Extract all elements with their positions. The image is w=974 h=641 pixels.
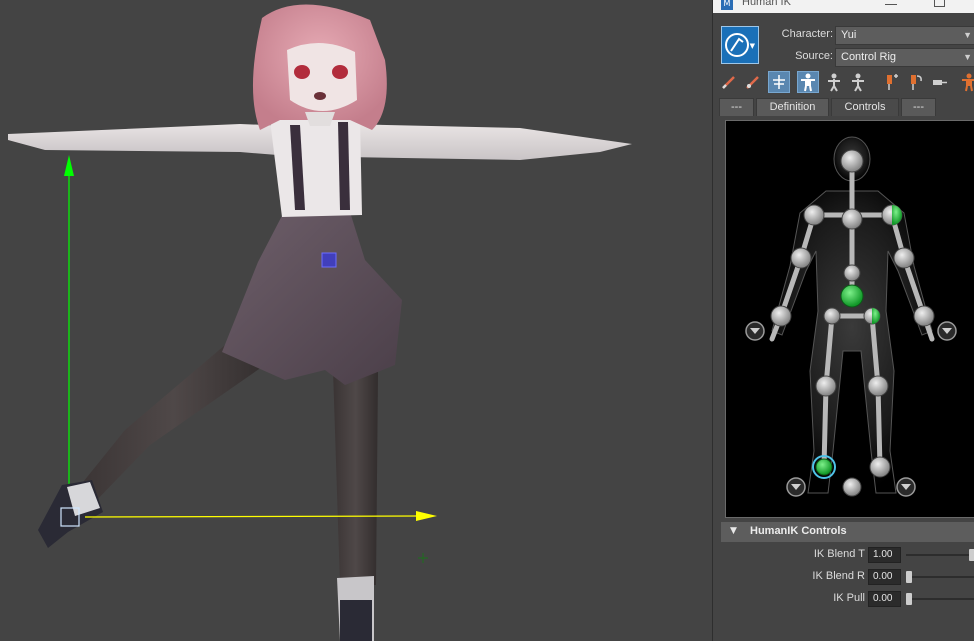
maya-viewport[interactable]: [0, 0, 712, 641]
minimize-button[interactable]: [885, 4, 897, 5]
param-slider-thumb[interactable]: [969, 549, 974, 561]
character-value: Yui: [841, 29, 857, 41]
y-axis-gizmo[interactable]: [64, 155, 74, 510]
character-menu-button[interactable]: ▼: [721, 26, 759, 64]
skeleton-icon[interactable]: [768, 71, 790, 93]
maya-app-icon: M: [721, 0, 733, 10]
tab-more-left[interactable]: ---: [719, 98, 754, 116]
joint-left-wrist[interactable]: [770, 305, 792, 327]
humanik-controls-section[interactable]: ▼ HumanIK Controls: [721, 522, 974, 542]
pencil-icon[interactable]: [718, 71, 740, 93]
joint-left-elbow[interactable]: [790, 247, 812, 269]
param-slider-track[interactable]: [906, 554, 974, 556]
human-ik-panel: M Human IK ▼ Character: Yui ▼ Source: Co…: [712, 0, 974, 641]
character-head[interactable]: [252, 4, 387, 131]
chevron-down-icon: ▼: [963, 30, 972, 40]
joint-spine[interactable]: [843, 264, 861, 282]
hik-toolbar: [713, 70, 974, 94]
expand-right-hand-button[interactable]: [937, 321, 957, 341]
param-value-field[interactable]: 0.00: [868, 569, 901, 585]
source-select[interactable]: Control Rig ▼: [835, 48, 974, 67]
chevron-down-icon: ▼: [749, 42, 755, 50]
chevron-down-icon: ▼: [963, 52, 972, 62]
joint-left-knee[interactable]: [815, 375, 837, 397]
param-ik-blend-r: IK Blend R 0.00: [713, 567, 974, 587]
tab-controls[interactable]: Controls: [831, 98, 899, 116]
param-value-field[interactable]: 1.00: [868, 547, 901, 563]
character-left-leg[interactable]: [38, 345, 272, 548]
joint-right-ankle[interactable]: [869, 456, 891, 478]
hik-figure-view[interactable]: [725, 120, 974, 518]
ground-marker: [418, 553, 428, 563]
source-value: Control Rig: [841, 51, 897, 63]
param-slider-thumb[interactable]: [906, 571, 912, 583]
body-part-icon[interactable]: [823, 71, 845, 93]
hip-selection-box[interactable]: [321, 252, 337, 268]
hik-skeleton: [745, 136, 957, 497]
stick-figure-icon[interactable]: [847, 71, 869, 93]
param-label: IK Blend T: [813, 548, 865, 560]
collapse-triangle-icon: ▼: [730, 526, 737, 536]
viewport-scene: [8, 4, 632, 641]
joint-right-knee[interactable]: [867, 375, 889, 397]
panel-titlebar[interactable]: M Human IK: [713, 0, 974, 13]
expand-right-foot-button[interactable]: [896, 477, 916, 497]
param-slider-thumb[interactable]: [906, 593, 912, 605]
param-value-field[interactable]: 0.00: [868, 591, 901, 607]
pencil-alt-icon[interactable]: [742, 71, 764, 93]
joint-right-wrist[interactable]: [913, 305, 935, 327]
param-ik-blend-t: IK Blend T 1.00: [713, 545, 974, 565]
section-title: HumanIK Controls: [750, 525, 847, 537]
joint-right-shoulder[interactable]: [881, 204, 903, 226]
param-label: IK Pull: [833, 592, 865, 604]
source-label: Source:: [795, 50, 833, 62]
character-label: Character:: [781, 28, 833, 40]
tab-definition[interactable]: Definition: [756, 98, 829, 116]
skeleton-bones: [769, 158, 935, 470]
param-ik-pull: IK Pull 0.00: [713, 589, 974, 609]
param-slider-track[interactable]: [906, 598, 974, 600]
hik-tabs: --- Definition Controls ---: [719, 98, 974, 116]
x-axis-gizmo[interactable]: [84, 511, 437, 521]
joint-left-ankle[interactable]: [812, 455, 836, 479]
joint-hips[interactable]: [840, 284, 864, 308]
param-label: IK Blend R: [812, 570, 865, 582]
joint-left-hip[interactable]: [823, 307, 841, 325]
key-left-icon[interactable]: [927, 71, 949, 93]
panel-title: Human IK: [742, 0, 791, 8]
expand-left-foot-button[interactable]: [786, 477, 806, 497]
tab-more-right[interactable]: ---: [901, 98, 936, 116]
character-select[interactable]: Yui ▼: [835, 26, 974, 45]
figure-orange-icon[interactable]: [958, 71, 974, 93]
maximize-button[interactable]: [934, 0, 945, 7]
full-body-icon[interactable]: [797, 71, 819, 93]
joint-right-hip[interactable]: [863, 307, 881, 325]
joint-right-elbow[interactable]: [893, 247, 915, 269]
pin-add-icon[interactable]: [879, 71, 901, 93]
joint-left-shoulder[interactable]: [803, 204, 825, 226]
param-slider-track[interactable]: [906, 576, 974, 578]
joint-reference[interactable]: [842, 477, 862, 497]
character-shorts[interactable]: [222, 210, 402, 385]
expand-left-hand-button[interactable]: [745, 321, 765, 341]
joint-chest[interactable]: [841, 208, 863, 230]
joint-head[interactable]: [840, 149, 864, 173]
character-right-leg[interactable]: [333, 370, 378, 641]
pin-rotate-icon[interactable]: [903, 71, 925, 93]
